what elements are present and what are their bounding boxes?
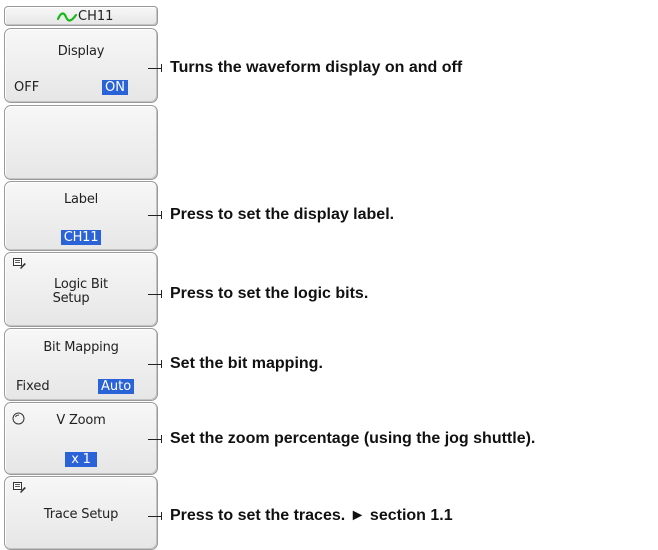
callout-tick-label [161, 211, 162, 219]
empty-softkey [4, 105, 158, 180]
channel-name: CH11 [78, 9, 114, 24]
trace-setup-button[interactable]: Trace Setup [4, 476, 158, 550]
waveform-icon [57, 12, 77, 22]
channel-header: CH11 [4, 6, 158, 26]
callout-display: Turns the waveform display on and off [170, 59, 463, 76]
display-option-on: ON [102, 80, 128, 95]
v-zoom-title: V Zoom [56, 413, 106, 428]
bit-mapping-button[interactable]: Bit Mapping Fixed Auto [4, 328, 158, 401]
logic-bit-line2: Setup [52, 291, 90, 306]
callout-tick-logic-bit [161, 290, 162, 298]
logic-bit-line1: Logic Bit [54, 277, 108, 292]
callout-bit-mapping: Set the bit mapping. [170, 355, 323, 372]
bit-mapping-title: Bit Mapping [43, 340, 119, 355]
callout-tick-v-zoom [161, 435, 162, 443]
callout-line-label [148, 215, 162, 216]
bit-mapping-option-fixed: Fixed [16, 379, 50, 394]
display-toggle-button[interactable]: Display OFF ON [4, 28, 158, 103]
trace-setup-title: Trace Setup [43, 507, 119, 522]
callout-tick-display [161, 64, 162, 72]
callout-trace: Press to set the traces. ► section 1.1 [170, 507, 453, 524]
callout-label: Press to set the display label. [170, 206, 395, 223]
edit-icon [13, 258, 26, 269]
callout-line-logic-bit [148, 294, 162, 295]
callout-line-display [148, 68, 162, 69]
callout-line-bit-mapping [148, 364, 162, 365]
callout-line-v-zoom [148, 439, 162, 440]
callout-tick-bit-mapping [161, 360, 162, 368]
bit-mapping-option-auto: Auto [98, 379, 135, 394]
display-title: Display [57, 44, 105, 59]
label-button[interactable]: Label CH11 [4, 181, 158, 251]
label-title: Label [63, 192, 99, 207]
label-value: CH11 [60, 230, 102, 245]
v-zoom-button[interactable]: V Zoom x 1 [4, 402, 158, 475]
v-zoom-value: x 1 [65, 452, 97, 467]
callout-v-zoom: Set the zoom percentage (using the jog s… [170, 430, 536, 447]
logic-bit-setup-button[interactable]: Logic Bit Setup [4, 252, 158, 327]
edit-icon [13, 482, 26, 493]
callout-line-trace [148, 516, 162, 517]
display-option-off: OFF [14, 80, 40, 95]
callout-logic-bit: Press to set the logic bits. [170, 285, 369, 302]
callout-tick-trace [161, 512, 162, 520]
